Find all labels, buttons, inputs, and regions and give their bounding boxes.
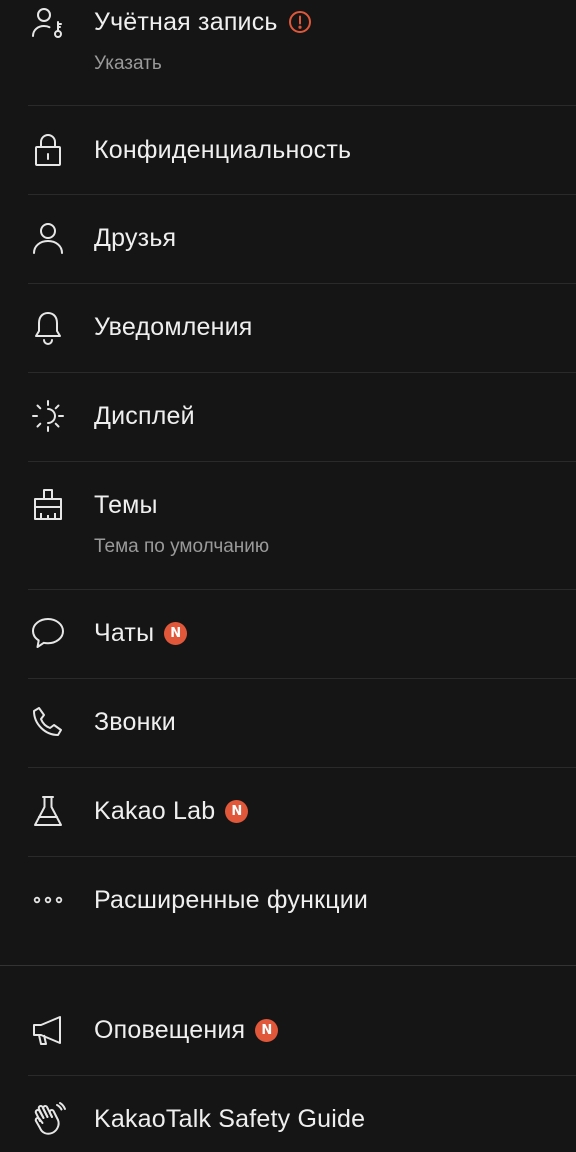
flask-icon xyxy=(30,793,66,829)
settings-item-label: Оповещения xyxy=(94,1015,246,1044)
paint-brush-icon xyxy=(30,487,66,523)
settings-item-sublabel: Тема по умолчанию xyxy=(94,536,270,557)
settings-item-label: Расширенные функции xyxy=(94,885,369,914)
user-icon xyxy=(30,220,66,256)
chat-bubble-icon xyxy=(30,615,66,651)
settings-item-display[interactable]: Дисплей xyxy=(0,373,576,461)
settings-item-sublabel: Указать xyxy=(94,53,162,74)
settings-item-safety-guide[interactable]: KakaoTalk Safety Guide xyxy=(0,1076,576,1152)
alert-icon xyxy=(288,11,311,33)
hand-wave-icon xyxy=(30,1101,66,1137)
new-badge: N xyxy=(164,621,188,645)
settings-item-label: Уведомления xyxy=(94,312,253,341)
settings-item-label: Звонки xyxy=(94,707,176,736)
settings-item-privacy[interactable]: Конфиденциальность xyxy=(0,106,576,194)
settings-item-notices[interactable]: Оповещения N xyxy=(0,986,576,1074)
settings-item-chats[interactable]: Чаты N xyxy=(0,590,576,678)
settings-item-label: Чаты xyxy=(94,618,155,647)
settings-item-themes[interactable]: Темы Тема по умолчанию xyxy=(0,462,576,589)
settings-item-friends[interactable]: Друзья xyxy=(0,195,576,283)
settings-item-notifications[interactable]: Уведомления xyxy=(0,284,576,372)
megaphone-icon xyxy=(30,1012,66,1048)
settings-item-label: Темы xyxy=(94,490,158,519)
settings-item-account[interactable]: Учётная запись Указать xyxy=(0,0,576,105)
lock-icon xyxy=(30,132,66,168)
section-divider xyxy=(0,965,576,966)
settings-item-label: KakaoTalk Safety Guide xyxy=(94,1104,366,1133)
bell-icon xyxy=(30,309,66,345)
settings-item-calls[interactable]: Звонки xyxy=(0,679,576,767)
user-key-icon xyxy=(30,4,66,40)
settings-item-kakao-lab[interactable]: Kakao Lab N xyxy=(0,768,576,856)
settings-item-label: Kakao Lab xyxy=(94,796,216,825)
more-dots-icon xyxy=(30,882,66,918)
settings-item-label: Учётная запись xyxy=(94,7,278,36)
settings-item-label: Друзья xyxy=(94,223,177,252)
settings-item-advanced[interactable]: Расширенные функции xyxy=(0,857,576,945)
new-badge: N xyxy=(225,799,249,823)
settings-item-label: Конфиденциальность xyxy=(94,135,352,164)
new-badge: N xyxy=(255,1018,279,1042)
settings-item-label: Дисплей xyxy=(94,401,195,430)
phone-icon xyxy=(30,704,66,740)
brightness-icon xyxy=(30,398,66,434)
